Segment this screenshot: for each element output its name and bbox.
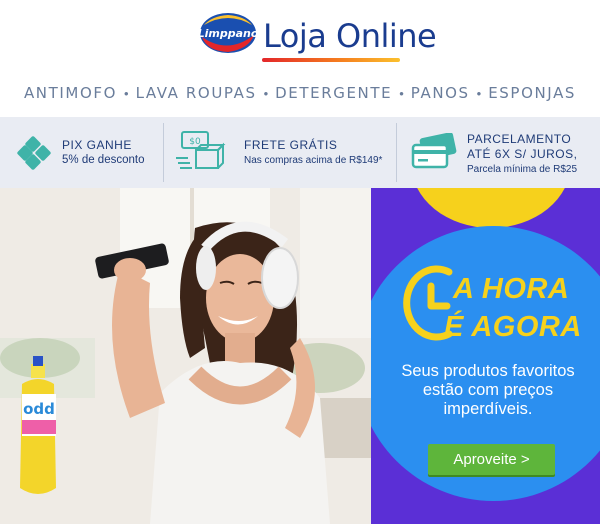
hero-banner[interactable]: odd A HORA É AGORA Seus produtos favorit… xyxy=(0,188,600,524)
promo-panel: A HORA É AGORA Seus produtos favoritos e… xyxy=(371,188,600,524)
category-esponjas[interactable]: ESPONJAS xyxy=(488,84,576,102)
category-detergente[interactable]: DETERGENTE xyxy=(275,84,392,102)
promo-text-line: estão com preços xyxy=(422,381,554,399)
benefit-pix: PIX GANHE 5% de desconto xyxy=(14,117,164,188)
category-separator: • xyxy=(476,86,482,101)
benefit-title-line1: PARCELAMENTO xyxy=(467,132,572,146)
promo-text-line: imperdíveis. xyxy=(443,400,533,418)
category-antimofo[interactable]: ANTIMOFO xyxy=(24,84,117,102)
category-separator: • xyxy=(263,86,269,101)
benefit-title-line2: ATÉ 6X S/ JUROS, xyxy=(467,147,578,161)
pix-icon xyxy=(17,136,51,170)
benefits-strip: PIX GANHE 5% de desconto $0 FRETE GRÁTIS… xyxy=(0,117,600,188)
woman-with-headphones-image: odd xyxy=(0,188,371,524)
decor-yellow-circle xyxy=(411,188,571,228)
title-underline xyxy=(262,58,400,62)
shipping-box-icon: $0 xyxy=(176,131,226,169)
benefit-subtitle: 5% de desconto xyxy=(62,154,145,166)
credit-cards-icon xyxy=(411,133,457,169)
benefit-subtitle: Parcela mínima de R$25 xyxy=(467,164,578,175)
aproveite-button[interactable]: Aproveite > xyxy=(428,444,555,475)
store-title: Loja Online xyxy=(263,17,437,55)
divider xyxy=(396,123,397,182)
category-nav: ANTIMOFO • LAVA ROUPAS • DETERGENTE • PANOS • ES… xyxy=(0,84,600,108)
svg-text:Limppano: Limppano xyxy=(199,27,257,40)
category-lava-roupas[interactable]: LAVA ROUPAS xyxy=(136,84,257,102)
benefit-installments: PARCELAMENTO ATÉ 6X S/ JUROS, Parcela mí… xyxy=(407,117,597,188)
headline-line2: É AGORA xyxy=(444,311,582,343)
benefit-title: PIX GANHE xyxy=(62,138,132,152)
benefit-subtitle: Nas compras acima de R$149* xyxy=(244,155,383,166)
category-panos[interactable]: PANOS xyxy=(411,84,470,102)
category-separator: • xyxy=(399,86,404,101)
benefit-shipping: $0 FRETE GRÁTIS Nas compras acima de R$1… xyxy=(174,117,394,188)
svg-text:odd: odd xyxy=(23,400,55,418)
category-separator: • xyxy=(124,86,129,101)
headline-line1: A HORA xyxy=(453,273,570,305)
header: Limppano Loja Online xyxy=(0,0,600,78)
divider xyxy=(163,123,164,182)
promo-description: Seus produtos favoritos estão com preços… xyxy=(385,362,591,419)
hero-photo: odd xyxy=(0,188,371,524)
svg-text:$0: $0 xyxy=(189,137,201,147)
promo-text-line: Seus produtos favoritos xyxy=(401,362,575,380)
limppano-logo[interactable]: Limppano xyxy=(199,11,257,55)
benefit-title: FRETE GRÁTIS xyxy=(244,138,338,152)
